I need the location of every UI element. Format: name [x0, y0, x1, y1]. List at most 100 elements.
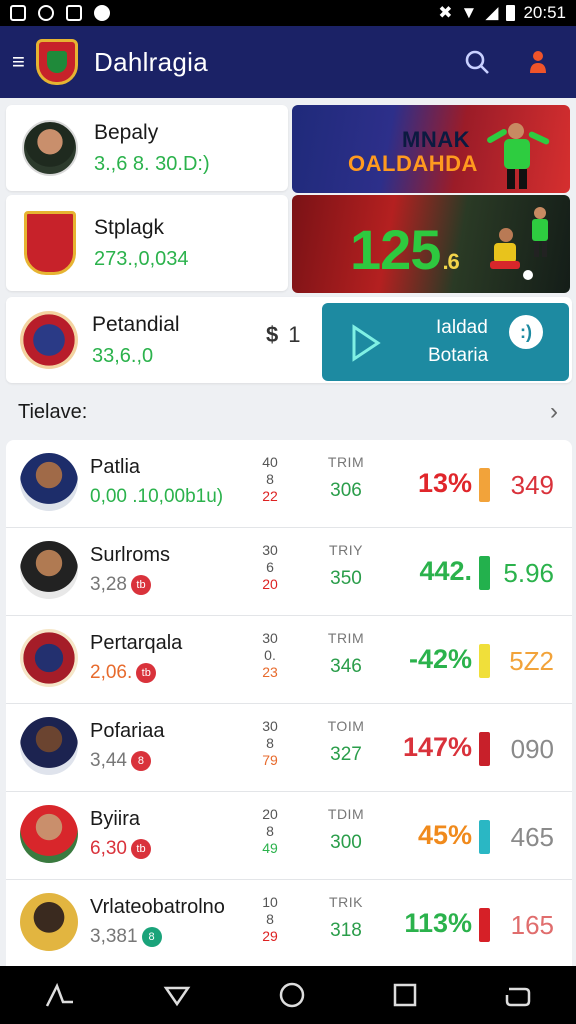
featured-name: Petandial [92, 312, 180, 336]
indicator-bar [479, 908, 490, 942]
indicator-bar [479, 732, 490, 766]
list-item[interactable]: Pertarqala 2,06. tb 30 0. 23 TRIM 346 -42% 5… [6, 616, 572, 704]
indicator-bar [479, 468, 490, 502]
gallery-icon [10, 5, 26, 21]
row-value: 465 [510, 822, 554, 852]
trim-stat: TOIM 327 [327, 718, 365, 765]
mini-stats: 40 8 22 [262, 454, 278, 504]
featured-card[interactable]: Stplagk 273.,0,034 [6, 195, 288, 291]
list-item[interactable]: Pofariaa 3,44 8 30 8 79 TOIM 327 147% 090 [6, 704, 572, 792]
percent-change: 147% [402, 732, 472, 762]
row-value: 5.96 [503, 558, 554, 588]
player-avatar [20, 805, 78, 863]
players-illustration [490, 207, 548, 280]
player-avatar [22, 120, 78, 176]
player-avatar [20, 717, 78, 775]
player-name: Vrlateobatrolno [90, 896, 225, 918]
list-item[interactable]: Surlroms 3,28 tb 30 6 20 TRIY 350 442. 5.96 [6, 528, 572, 616]
indicator-bar [479, 556, 490, 590]
list-item[interactable]: Vrlateobatrolno 3,381 8 10 8 29 TRIK 318 113… [6, 880, 572, 968]
assistant-icon[interactable] [43, 980, 77, 1010]
section-header[interactable]: Tielave: › [0, 388, 576, 436]
mini-stats: 30 8 79 [262, 718, 278, 768]
player-sub: 0,00 .10,00b1u) [90, 486, 224, 507]
player-sub: 3,381 8 [90, 926, 162, 948]
promo-headline: MNAK [402, 127, 470, 152]
row-value: 5Z2 [509, 646, 554, 676]
percent-change: -42% [408, 644, 472, 674]
featured-stat: 33,6.,0 [92, 344, 154, 367]
player-name: Pofariaa [90, 720, 165, 742]
signal-icon: ◢ [485, 3, 499, 22]
clock: 20:51 [523, 3, 566, 22]
play-icon [352, 324, 381, 362]
app-notification-icon [66, 5, 82, 21]
badge-icon: 8 [130, 751, 151, 771]
badge-icon: tb [130, 575, 151, 595]
section-title: Tielave: [18, 400, 88, 423]
player-avatar [20, 541, 78, 599]
trim-stat: TRIM 346 [327, 630, 365, 677]
sync-icon [38, 5, 54, 21]
promo-banner[interactable]: 125.6 [292, 195, 570, 293]
cta-button[interactable]: Ialdad Botaria :) [322, 303, 569, 381]
app-title: Dahlragia [94, 46, 208, 77]
percent-change: 45% [417, 820, 472, 850]
recents-icon[interactable] [392, 982, 418, 1008]
player-list: Patlia 0,00 .10,00b1u) 40 8 22 TRIM 306 13%… [6, 440, 572, 966]
promo-number: 125.6 [350, 218, 460, 281]
trim-stat: TRIM 306 [327, 454, 365, 501]
trim-stat: TDIM 300 [327, 806, 365, 853]
menu-icon[interactable]: ≡ [12, 49, 30, 75]
mini-stats: 20 8 49 [262, 806, 278, 856]
club-logo[interactable] [36, 39, 78, 85]
trim-stat: TRIK 318 [329, 894, 363, 941]
list-item[interactable]: Byiira 6,30 tb 20 8 49 TDIM 300 45% 465 [6, 792, 572, 880]
player-illustration [487, 123, 550, 189]
featured-stat: 273.,0,034 [94, 247, 189, 270]
club-crest [20, 311, 78, 369]
player-name: Surlroms [90, 544, 171, 566]
cta-label-line2: Botaria [428, 345, 489, 366]
indicator-bar [479, 820, 490, 854]
row-value: 090 [510, 734, 554, 764]
chat-bubble-icon: :) [509, 315, 543, 349]
featured-name: Bepaly [94, 120, 159, 144]
cta-label-line1: Ialdad [436, 317, 488, 338]
wifi-icon: ▼ [460, 3, 478, 22]
chevron-right-icon[interactable]: › [550, 398, 558, 426]
list-item[interactable]: Patlia 0,00 .10,00b1u) 40 8 22 TRIM 306 13%… [6, 440, 572, 528]
promo-banner[interactable]: MNAK OALDAHDA [292, 105, 570, 193]
search-icon[interactable] [464, 49, 490, 75]
player-sub: 3,44 8 [90, 750, 151, 772]
percent-change: 113% [404, 908, 472, 938]
percent-change: 13% [417, 468, 472, 498]
mini-stats: 10 8 29 [262, 894, 278, 944]
player-name: Pertarqala [90, 632, 183, 654]
home-icon[interactable] [278, 981, 306, 1009]
featured-card[interactable]: Bepaly 3.,6 8. 30.D:) [6, 105, 288, 191]
featured-stat: 3.,6 8. 30.D:) [94, 152, 210, 175]
mini-stats: 30 6 20 [262, 542, 278, 592]
mid-stat: $1 [266, 322, 301, 347]
system-nav-bar [0, 966, 576, 1024]
row-value: 165 [510, 910, 554, 940]
player-avatar [20, 893, 78, 951]
club-crest [24, 211, 76, 275]
badge-icon: 8 [141, 927, 162, 947]
music-icon [94, 5, 110, 21]
player-sub: 3,28 tb [90, 574, 151, 596]
battery-icon [506, 5, 516, 21]
trim-stat: TRIY 350 [329, 542, 363, 589]
featured-name: Stplagk [94, 215, 165, 239]
mute-icon: ✖ [438, 3, 453, 22]
badge-icon: tb [136, 663, 157, 683]
rotate-icon[interactable] [503, 981, 533, 1009]
profile-icon[interactable] [528, 49, 548, 75]
club-crest [20, 629, 78, 687]
mini-stats: 30 0. 23 [262, 630, 278, 680]
percent-change: 442. [419, 556, 472, 586]
back-icon[interactable] [162, 982, 192, 1008]
player-name: Patlia [90, 456, 141, 478]
player-name: Byiira [90, 808, 141, 830]
